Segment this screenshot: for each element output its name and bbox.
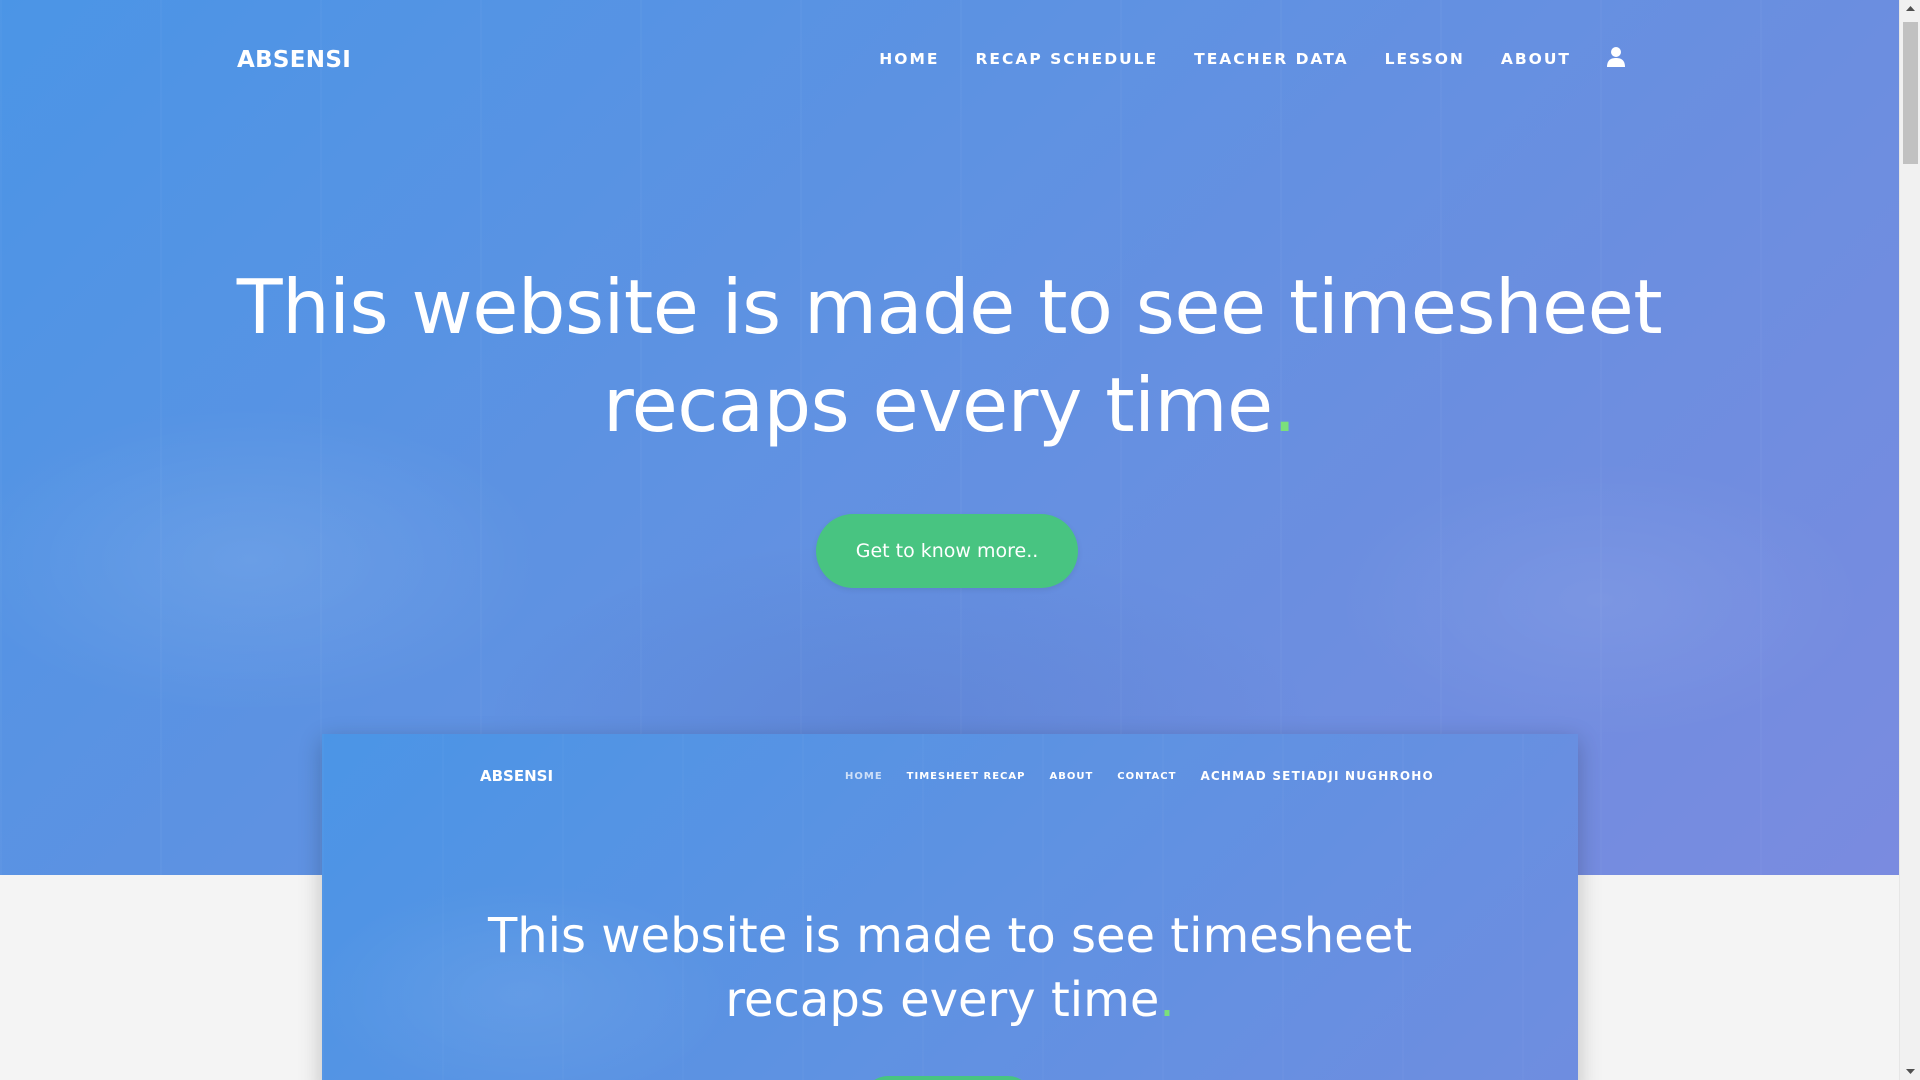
hero-headline-line1: This website is made to see timesheet: [236, 263, 1663, 351]
preview-nav-home: HOME: [845, 770, 883, 782]
page-viewport: ABSENSI HOME RECAP SCHEDULE TEACHER DATA…: [0, 0, 1899, 1080]
preview-cta-button: [863, 1076, 1033, 1080]
nav-link-home[interactable]: HOME: [879, 50, 939, 68]
vertical-scrollbar[interactable]: [1899, 0, 1920, 1080]
hero-headline-dot: .: [1272, 361, 1297, 449]
nav-links: HOME RECAP SCHEDULE TEACHER DATA LESSON …: [843, 46, 1625, 70]
user-icon[interactable]: [1607, 46, 1625, 68]
hero-headline-line2: recaps every time: [602, 361, 1273, 449]
preview-brand: ABSENSI: [480, 767, 554, 785]
preview-headline: This website is made to see timesheet re…: [322, 904, 1578, 1032]
scrollbar-thumb[interactable]: [1903, 22, 1918, 164]
nav-link-about[interactable]: ABOUT: [1501, 50, 1571, 68]
preview-nav-timesheet-recap: TIMESHEET RECAP: [906, 770, 1026, 782]
preview-nav-about: ABOUT: [1049, 770, 1094, 782]
scroll-up-arrow-icon[interactable]: [1900, 0, 1920, 17]
preview-user-name: ACHMAD SETIADJI NUGHROHO: [1200, 769, 1434, 783]
top-navbar: ABSENSI HOME RECAP SCHEDULE TEACHER DATA…: [0, 0, 1899, 120]
hero-headline: This website is made to see timesheet re…: [0, 258, 1899, 454]
preview-nav: HOME TIMESHEET RECAP ABOUT CONTACT ACHMA…: [845, 769, 1434, 783]
scroll-down-arrow-icon[interactable]: [1900, 1063, 1920, 1080]
brand-logo[interactable]: ABSENSI: [237, 47, 351, 73]
nav-link-lesson[interactable]: LESSON: [1385, 50, 1465, 68]
nav-link-recap-schedule[interactable]: RECAP SCHEDULE: [975, 50, 1158, 68]
nav-link-teacher-data[interactable]: TEACHER DATA: [1194, 50, 1348, 68]
preview-headline-dot: .: [1159, 972, 1175, 1028]
get-to-know-more-button[interactable]: Get to know more..: [816, 514, 1078, 588]
preview-nav-contact: CONTACT: [1117, 770, 1177, 782]
preview-headline-line2: recaps every time: [725, 972, 1160, 1028]
preview-headline-line1: This website is made to see timesheet: [487, 908, 1413, 964]
website-preview-screenshot: ABSENSI HOME TIMESHEET RECAP ABOUT CONTA…: [322, 734, 1578, 1080]
